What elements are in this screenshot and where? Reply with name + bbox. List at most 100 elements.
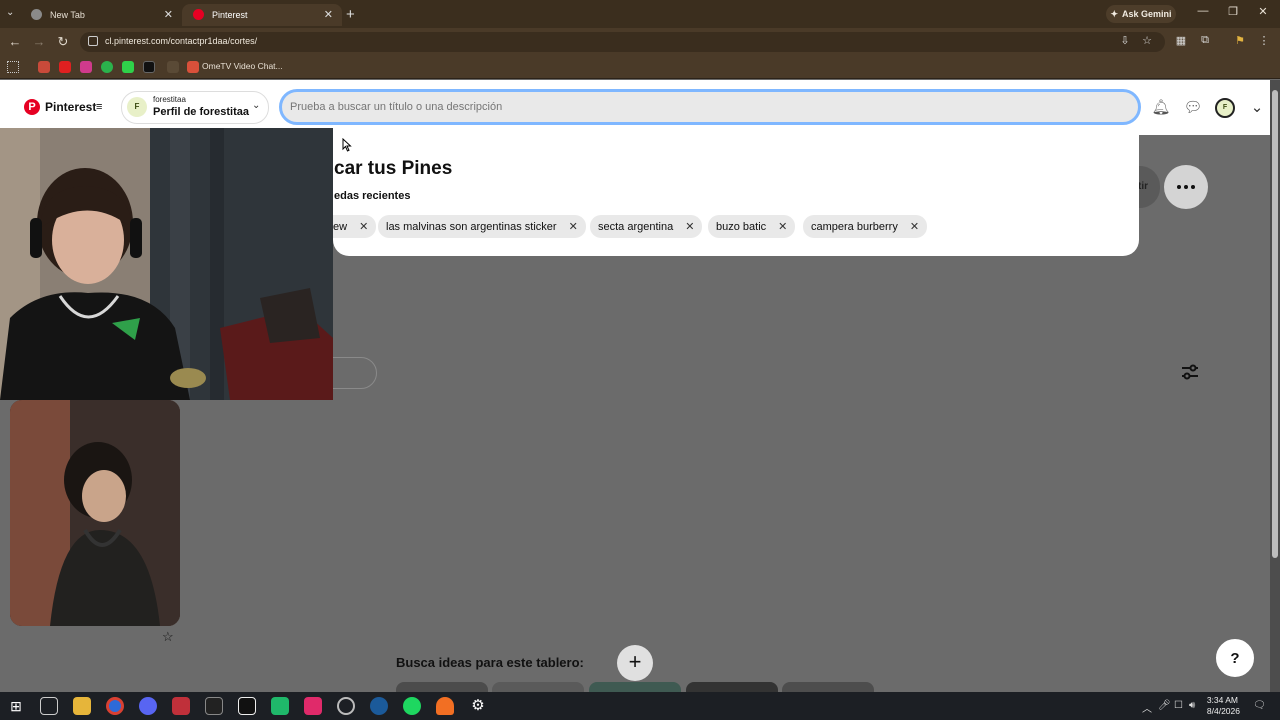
minimize-button[interactable]: — [1193,5,1213,17]
network-icon[interactable]: ☐ [1174,700,1183,711]
profile-display-name: Perfil de forestitaa [153,106,249,118]
chip-label: secta argentina [598,220,674,233]
close-icon[interactable]: ✕ [359,220,368,233]
recent-search-chip[interactable]: secta argentina ✕ [590,215,703,238]
profile-icon[interactable]: ⚑ [1233,34,1247,48]
instagram-icon[interactable] [80,61,92,73]
tab-pinterest[interactable]: Pinterest ✕ [182,4,342,26]
tiktok-icon[interactable] [143,61,155,73]
chip-label: las malvinas son argentinas sticker [386,220,557,233]
avatar[interactable]: F [1215,98,1235,118]
clock-time[interactable]: 3:34 AM [1202,695,1238,705]
site-info-icon[interactable] [88,36,98,46]
reload-button[interactable]: ↻ [55,34,71,50]
close-icon[interactable]: ✕ [910,220,919,233]
tab-new-tab[interactable]: New Tab ✕ [20,4,182,26]
obs-icon[interactable] [337,697,355,715]
ask-gemini-button[interactable]: ✦ Ask Gemini [1106,5,1176,23]
chip-label: ew [333,220,348,233]
chip-label: buzo batic [716,220,767,233]
help-button[interactable]: ? [1216,639,1254,677]
ideas-label: Busca ideas para este tablero: [396,655,584,670]
close-icon[interactable]: ✕ [569,220,578,233]
pinterest-icon [193,9,204,20]
pin-image[interactable] [10,400,180,626]
recent-search-chip[interactable]: las malvinas son argentinas sticker ✕ [378,215,586,238]
star-icon[interactable]: ☆ [162,629,174,645]
capcut-icon[interactable] [238,697,256,715]
windows-taskbar [0,692,1280,720]
video-editor-icon[interactable] [172,697,190,715]
extension-icon[interactable]: ▦ [1174,34,1188,48]
windows-start-icon[interactable]: ⊞ [7,697,25,715]
chevron-down-icon[interactable]: ⌄ [252,100,260,111]
volume-icon[interactable]: 🔊︎ [1189,700,1195,711]
new-tab-button[interactable]: + [346,6,355,23]
tab-label: New Tab [50,10,85,20]
kick-icon[interactable] [122,61,134,73]
mouse-cursor [342,137,352,157]
streaming-app-icon[interactable] [271,697,289,715]
notifications-icon[interactable]: 🗨︎ [1253,700,1266,711]
chevron-down-icon[interactable]: ⌄ [1247,98,1267,118]
youtube-icon[interactable] [59,61,71,73]
menu-icon[interactable]: ≡ [96,101,102,113]
apps-grid-icon[interactable] [7,61,19,73]
install-app-icon[interactable]: ⇩ [1118,34,1132,48]
bookmarks-bar [0,56,1280,79]
recent-searches-heading: edas recientes [334,190,411,202]
bookmark-star-icon[interactable]: ☆ [1140,34,1154,48]
whatsapp-icon[interactable] [101,61,113,73]
messages-icon[interactable]: 💬︎ [1183,98,1203,118]
close-icon[interactable]: ✕ [164,8,173,21]
back-button[interactable]: ← [7,34,23,49]
tab-search-button[interactable]: ⌄ [6,7,20,21]
chrome-icon [31,9,42,20]
notifications-bell-icon[interactable]: 🔔︎ [1151,98,1171,118]
menu-dots-icon[interactable]: ⋮ [1257,34,1271,48]
webcam-overlay [0,128,333,400]
more-options-button[interactable] [1164,165,1208,209]
dropdown-title: car tus Pines [334,158,453,179]
search-bar[interactable] [279,89,1141,125]
epic-games-icon[interactable] [205,697,223,715]
steam-icon[interactable] [370,697,388,715]
close-window-button[interactable]: ✕ [1253,5,1273,18]
close-icon[interactable]: ✕ [685,220,694,233]
bookmark-blank-icon[interactable] [167,61,179,73]
recent-search-chip[interactable]: campera burberry ✕ [803,215,928,238]
settings-gear-icon[interactable]: ⚙ [469,697,487,715]
avatar: F [127,97,147,117]
gemini-label: Ask Gemini [1122,9,1172,19]
recent-search-chip[interactable]: ew ✕ [333,215,377,238]
url-text: cl.pinterest.com/contactpr1daa/cortes/ [105,36,258,46]
task-view-icon[interactable] [40,697,58,715]
gmail-icon[interactable] [38,61,50,73]
scrollbar-thumb[interactable] [1272,90,1278,558]
profile-username: forestitaa [153,95,186,104]
spotify-icon[interactable] [403,697,421,715]
file-explorer-icon[interactable] [73,697,91,715]
chip-label: campera burberry [811,220,898,233]
extensions-puzzle-icon[interactable]: ⧉ [1198,34,1212,48]
discord-icon[interactable] [139,697,157,715]
close-icon[interactable]: ✕ [324,8,333,21]
tiktok-icon[interactable] [304,697,322,715]
microphone-icon[interactable]: 🎤︎ [1158,700,1171,711]
forward-button[interactable]: → [31,34,47,49]
bookmark-ometv[interactable]: OmeTV Video Chat... [202,61,283,71]
recent-search-chip[interactable]: buzo batic ✕ [708,215,796,238]
search-input[interactable] [290,98,1110,116]
maximize-button[interactable]: ❐ [1223,5,1243,18]
pinterest-wordmark[interactable]: Pinterest [45,100,96,114]
gemini-icon: ✦ [1110,8,1118,19]
filter-sliders-icon[interactable] [1180,362,1200,387]
add-idea-button[interactable]: + [617,645,653,681]
tray-overflow-icon[interactable]: ︿ [1142,700,1152,715]
soundcloud-icon[interactable] [436,697,454,715]
close-icon[interactable]: ✕ [778,220,787,233]
pinterest-logo-icon[interactable]: P [24,99,40,115]
ometv-icon[interactable] [187,61,199,73]
chrome-icon[interactable] [106,697,124,715]
clock-date[interactable]: 8/4/2026 [1196,706,1240,716]
